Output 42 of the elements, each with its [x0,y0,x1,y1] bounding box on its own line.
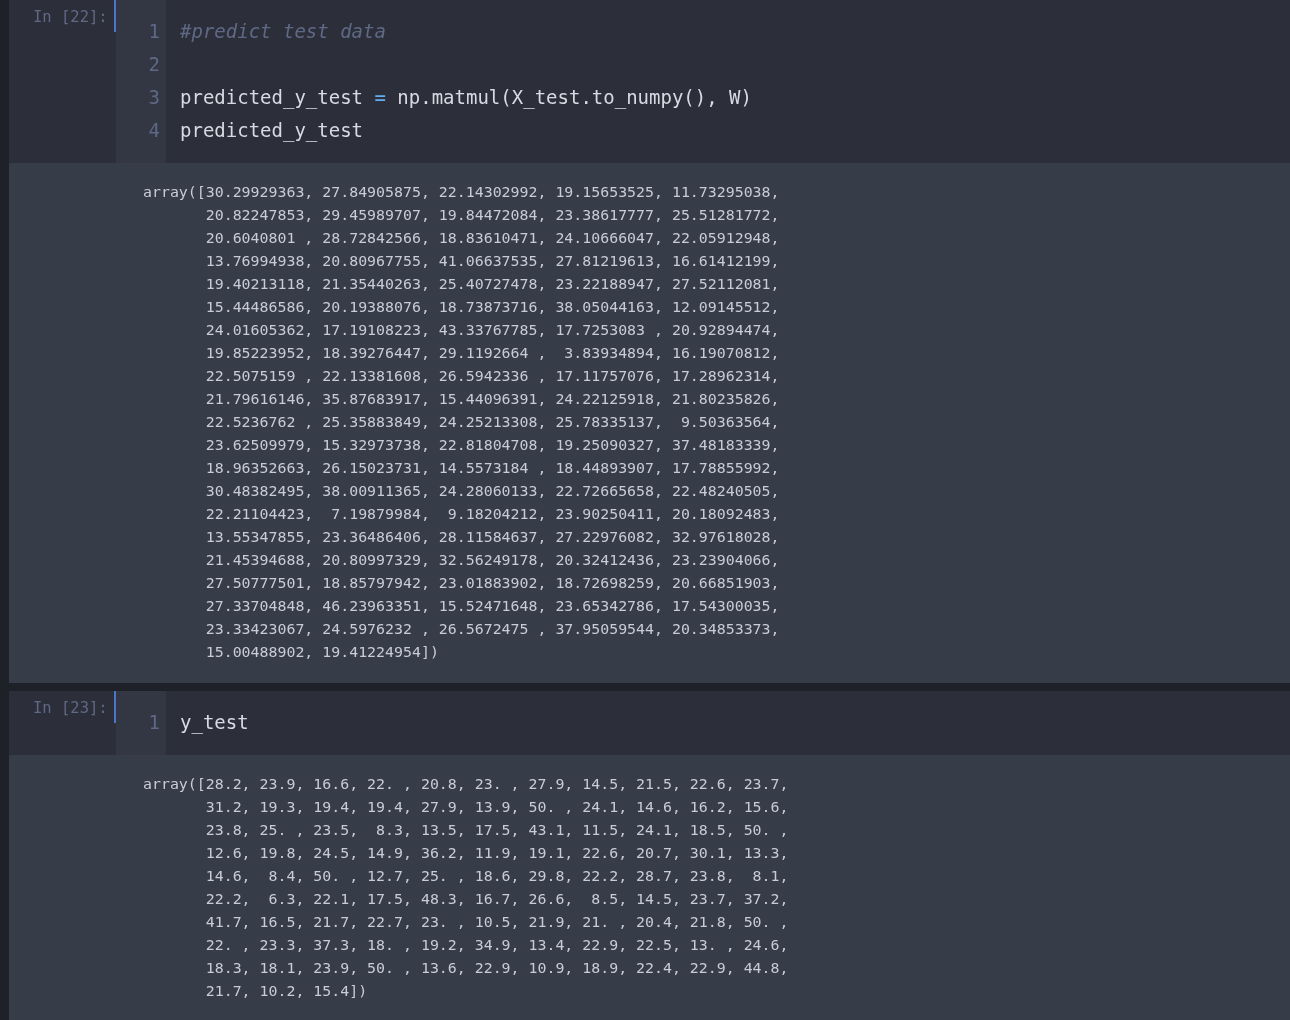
output-line: array([30.29929363, 27.84905875, 22.14302992, 19.15653525, 11.73295038, [143,182,781,203]
output-line: 22.5236762 , 25.35883849, 24.25213308, 25.78335137, 9.50363564, [204,412,781,433]
output-line: 12.6, 19.8, 24.5, 14.9, 36.2, 11.9, 19.1, 22.6, 20.7, 30.1, 13.3, [204,843,790,864]
cell-prompt: In [22]: [33,8,108,26]
line-number: 4 [147,118,160,141]
cell-prompt: In [23]: [33,699,108,717]
output-line: 27.50777501, 18.85797942, 23.01883902, 18.72698259, 20.66851903, [204,573,781,594]
output-line: 13.76994938, 20.80967755, 41.06637535, 27.81219613, 16.61412199, [204,251,781,272]
output-line: 24.01605362, 17.19108223, 43.33767785, 17.7253083 , 20.92894474, [204,320,781,341]
code-line: y_test [180,710,249,733]
output-line: 15.44486586, 20.19388076, 18.73873716, 38.05044163, 12.09145512, [204,297,781,318]
output-line: 15.00488902, 19.41224954]) [204,642,440,663]
output-line: 21.7, 10.2, 15.4]) [204,981,369,1002]
output-line: 22.21104423, 7.19879984, 9.18204212, 23.90250411, 20.18092483, [204,504,781,525]
output-line: 41.7, 16.5, 21.7, 22.7, 23. , 10.5, 21.9, 21. , 20.4, 21.8, 50. , [204,912,790,933]
output-line: 20.82247853, 29.45989707, 19.84472084, 23.38617777, 25.51281772, [204,205,781,226]
line-number: 1 [147,19,160,42]
output-line: 13.55347855, 23.36486406, 28.11584637, 27.22976082, 32.97618028, [204,527,781,548]
output-line: 14.6, 8.4, 50. , 12.7, 25. , 18.6, 29.8, 22.2, 28.7, 23.8, 8.1, [204,866,790,887]
output-line: 20.6040801 , 28.72842566, 18.83610471, 24.10666047, 22.05912948, [204,228,781,249]
output-line: 19.85223952, 18.39276447, 29.1192664 , 3.83934894, 16.19070812, [204,343,781,364]
output-line: 23.8, 25. , 23.5, 8.3, 13.5, 17.5, 43.1, 11.5, 24.1, 18.5, 50. , [204,820,790,841]
output-line: 21.45394688, 20.80997329, 32.56249178, 20.32412436, 23.23904066, [204,550,781,571]
output-line: 21.79616146, 35.87683917, 15.44096391, 24.22125918, 21.80235826, [204,389,781,410]
code-line: #predict test data [180,19,386,42]
output-line: 27.33704848, 46.23963351, 15.52471648, 23.65342786, 17.54300035, [204,596,781,617]
line-number: 3 [147,85,160,108]
output-line: 22.5075159 , 22.13381608, 26.5942336 , 17.11757076, 17.28962314, [204,366,781,387]
line-number: 1 [147,710,160,733]
output-line: 19.40213118, 21.35440263, 25.40727478, 23.22188947, 27.52112081, [204,274,781,295]
output-line: 22. , 23.3, 37.3, 18. , 19.2, 34.9, 13.4, 22.9, 22.5, 13. , 24.6, [204,935,790,956]
output-line: 23.62509979, 15.32973738, 22.81804708, 19.25090327, 37.48183339, [204,435,781,456]
output-line: 18.3, 18.1, 23.9, 50. , 13.6, 22.9, 10.9, 18.9, 22.4, 22.9, 44.8, [204,958,790,979]
code-line: predicted_y_test = np.matmul(X_test.to_numpy(), W) [180,85,752,108]
output-line: 30.48382495, 38.00911365, 24.28060133, 22.72665658, 22.48240505, [204,481,781,502]
line-number: 2 [147,52,160,75]
output-line: 23.33423067, 24.5976232 , 26.5672475 , 37.95059544, 20.34853373, [204,619,781,640]
code-line: predicted_y_test [180,118,364,141]
output-line: 18.96352663, 26.15023731, 14.5573184 , 18.44893907, 17.78855992, [204,458,781,479]
output-line: 31.2, 19.3, 19.4, 19.4, 27.9, 13.9, 50. , 24.1, 14.6, 16.2, 15.6, [204,797,790,818]
output-line: 22.2, 6.3, 22.1, 17.5, 48.3, 16.7, 26.6, 8.5, 14.5, 23.7, 37.2, [204,889,790,910]
output-line: array([28.2, 23.9, 16.6, 22. , 20.8, 23. , 27.9, 14.5, 21.5, 22.6, 23.7, [143,774,790,795]
